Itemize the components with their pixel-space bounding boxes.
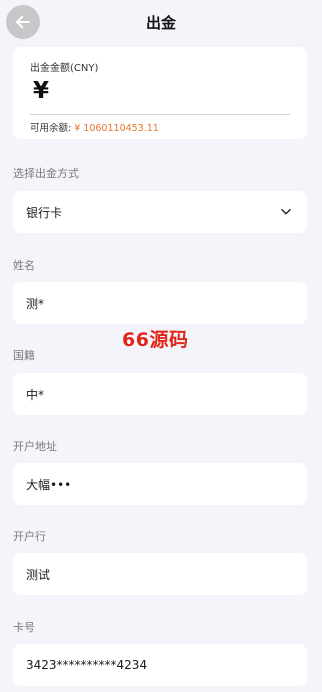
- currency-symbol: ¥: [33, 78, 50, 104]
- bank-value: 测试: [26, 567, 51, 582]
- header: 出金: [0, 0, 322, 44]
- card-value: 3423**********4234: [26, 658, 148, 672]
- address-label: 开户地址: [13, 440, 57, 453]
- amount-card: 出金金额(CNY) ¥ 可用余额: ¥ 1060110453.11: [13, 47, 307, 139]
- method-select[interactable]: 银行卡: [13, 191, 307, 233]
- bank-field[interactable]: 测试: [13, 553, 307, 595]
- nationality-value: 中*: [26, 387, 45, 402]
- chevron-down-icon: [281, 208, 291, 215]
- nationality-label: 国籍: [13, 349, 35, 362]
- address-field[interactable]: 大幅•••: [13, 463, 307, 505]
- balance-row: 可用余额: ¥ 1060110453.11: [30, 120, 159, 134]
- amount-label: 出金金额(CNY): [30, 63, 99, 74]
- name-field[interactable]: 测*: [13, 282, 307, 324]
- bank-label: 开户行: [13, 530, 46, 543]
- name-value: 测*: [26, 296, 45, 311]
- method-label: 选择出金方式: [13, 167, 79, 180]
- address-value: 大幅•••: [26, 477, 72, 492]
- card-field[interactable]: 3423**********4234: [13, 644, 307, 686]
- nationality-field[interactable]: 中*: [13, 373, 307, 415]
- name-label: 姓名: [13, 259, 35, 272]
- watermark: 66源码: [122, 329, 189, 351]
- balance-value: ¥ 1060110453.11: [74, 123, 159, 134]
- method-value: 银行卡: [26, 205, 63, 220]
- amount-input[interactable]: [65, 80, 285, 106]
- page-title: 出金: [145, 14, 176, 32]
- card-label: 卡号: [13, 621, 35, 634]
- balance-label: 可用余额:: [30, 123, 72, 134]
- amount-divider: [30, 114, 290, 115]
